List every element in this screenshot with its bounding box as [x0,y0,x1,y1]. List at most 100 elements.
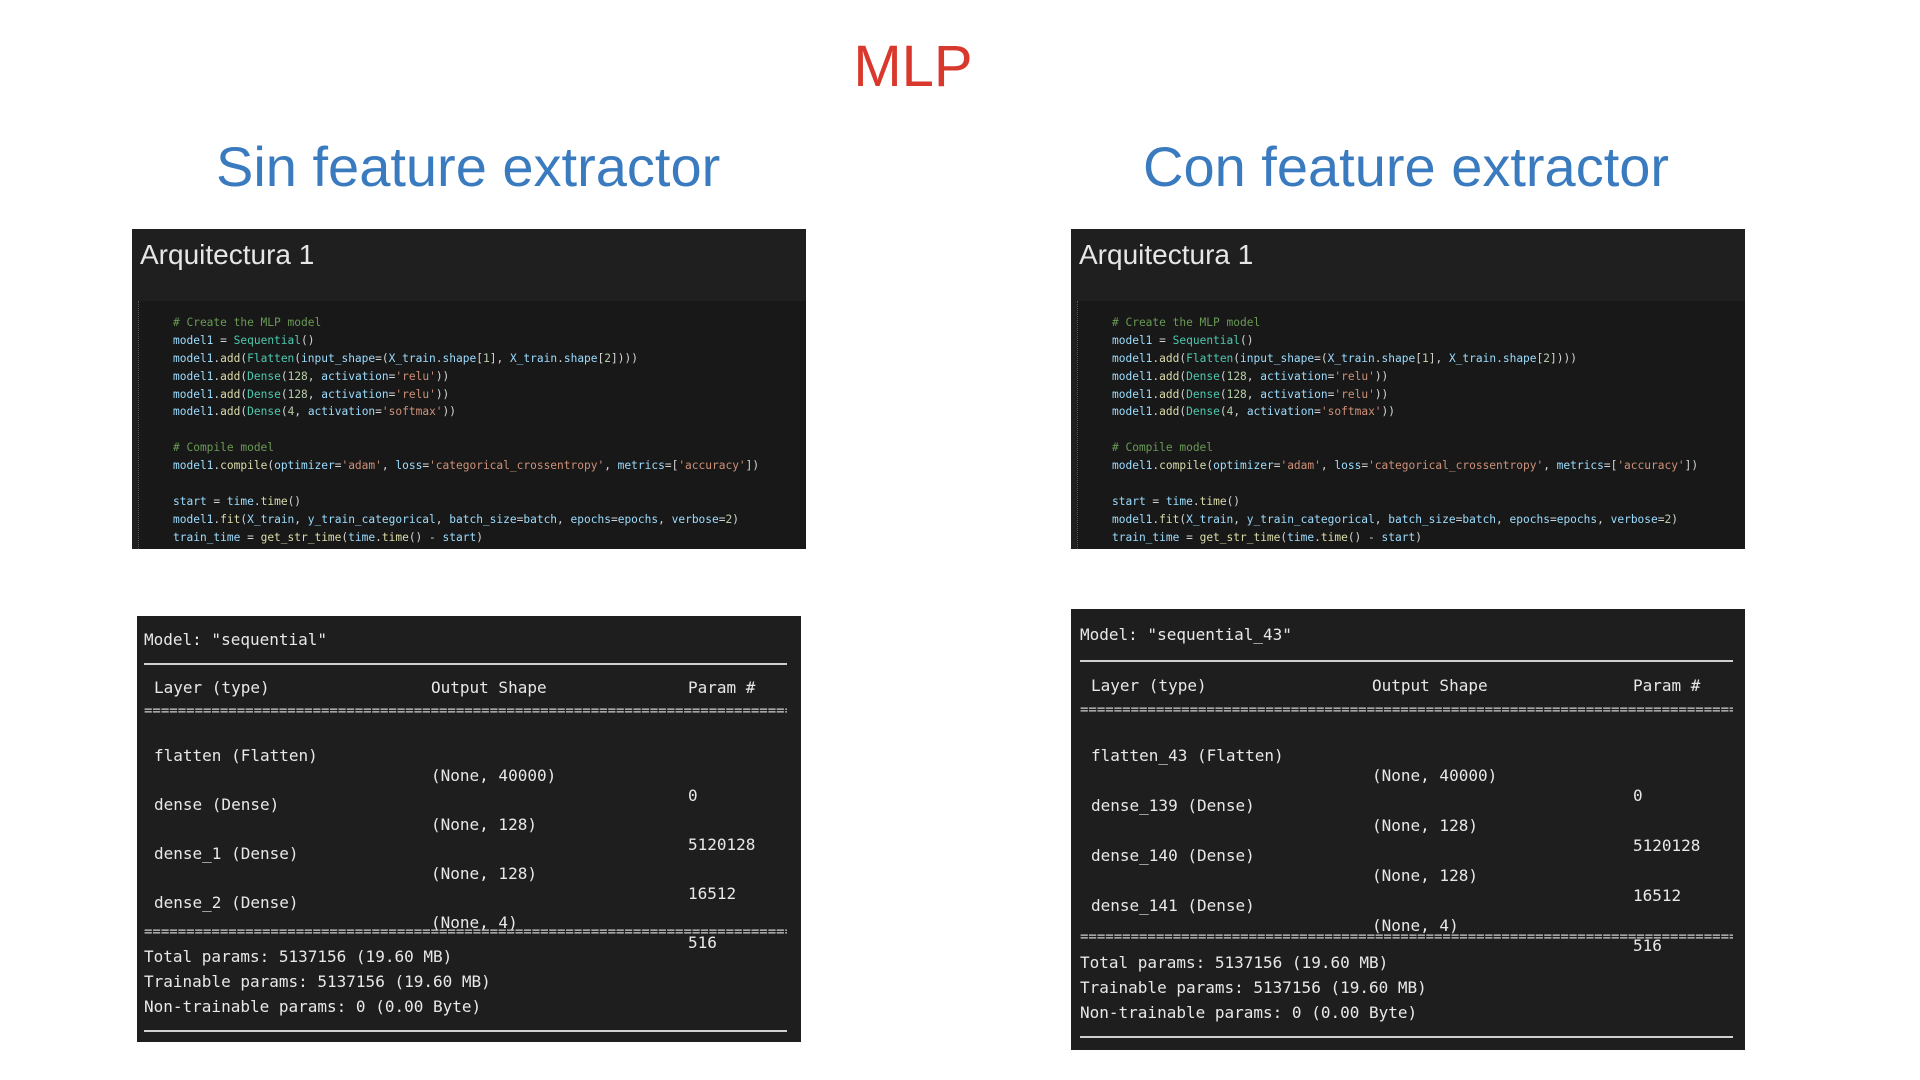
code-line: # Create the MLP model [173,314,759,332]
layer-name: dense_139 (Dense) [1091,796,1255,815]
header-output-shape: Output Shape [1372,676,1488,695]
code-token: , [1246,369,1261,383]
code-token: , [1374,512,1389,526]
code-token: # Create the MLP model [1112,316,1261,329]
code-token: 1 [482,351,490,365]
code-token: ) [1415,530,1422,544]
layer-output-shape: (None, 128) [431,815,537,834]
code-token: ( [1219,387,1227,401]
code-token: , [658,512,672,526]
divider-double: ========================================… [1080,933,1733,941]
code-token: ) [1671,512,1679,526]
code-token: 'softmax' [1320,405,1382,419]
code-token: Sequential [233,333,301,347]
code-token: =[ [1603,459,1618,473]
code-token: model1 [1112,351,1153,365]
code-token: 'accuracy' [678,459,746,473]
code-token: = [240,530,261,544]
code-token: =( [1314,351,1328,365]
code-token: . [557,351,564,365]
code-token: 'accuracy' [1617,459,1685,473]
code-token: model1 [1112,369,1153,383]
code-line: train_time = get_str_time(time.time() - … [1112,529,1698,547]
code-token: y_train_categorical [1246,512,1375,526]
code-token: 128 [1226,369,1247,383]
code-editor: # Create the MLP model model1 = Sequentia… [138,301,806,549]
code-token: X_train [388,351,436,365]
code-token: , [294,405,308,419]
code-token: ( [1219,369,1227,383]
code-token: get_str_time [260,530,342,544]
code-token: time [1165,494,1193,508]
code-token: add [220,351,241,365]
code-token: epochs [617,512,659,526]
trainable-params: Trainable params: 5137156 (19.60 MB) [1080,978,1427,997]
code-token: activation [1246,405,1315,419]
code-token: model1 [173,351,214,365]
code-token: = [1152,333,1173,347]
code-line: model1.add(Dense(128, activation='relu')… [1112,386,1698,404]
code-token: add [1159,369,1180,383]
code-token: )) [1381,405,1396,419]
code-token: verbose [1610,512,1658,526]
layer-output-shape: (None, 128) [1372,866,1478,885]
layer-output-shape: (None, 40000) [1372,766,1498,785]
code-token: train_time [1112,530,1180,544]
code-token: . [1314,530,1321,544]
layer-name: flatten_43 (Flatten) [1091,746,1284,765]
code-token: activation [321,369,389,383]
code-line: train_time = get_str_time(time.time() - … [173,529,759,547]
code-line: model1.add(Dense(4, activation='softmax'… [173,403,759,421]
code-token: ]) [1684,459,1699,473]
code-token: [ [1415,351,1422,365]
code-token: , [1233,405,1247,419]
code-token: model1 [1112,387,1153,401]
header-layer-type: Layer (type) [1091,676,1207,695]
code-token: model1 [1112,512,1153,526]
layer-params: 16512 [1633,886,1682,905]
code-token: [ [476,351,483,365]
code-token: Sequential [1172,333,1240,347]
code-line: model1 = Sequential() [173,332,759,350]
code-token: Dense [1186,369,1220,383]
divider [1080,1036,1733,1038]
code-token: time [1199,494,1227,508]
code-token: time [260,494,288,508]
code-token: X_train [1448,351,1497,365]
code-token: 'adam' [1280,459,1321,473]
non-trainable-params: Non-trainable params: 0 (0.00 Byte) [144,997,482,1016]
code-token: = [375,405,382,419]
code-token: ]))) [611,351,638,365]
code-token: activation [1260,369,1328,383]
code-token: Dense [247,369,281,383]
non-trainable-params: Non-trainable params: 0 (0.00 Byte) [1080,1003,1418,1022]
code-line: # Compile model [1112,439,1698,457]
code-line: model1.add(Dense(128, activation='relu')… [173,386,759,404]
code-token: ( [280,405,288,419]
layer-name: dense_2 (Dense) [154,893,299,912]
code-token: 'softmax' [381,405,443,419]
total-params: Total params: 5137156 (19.60 MB) [144,947,453,966]
code-token: 'categorical_crossentropy' [429,459,605,473]
code-token: 128 [287,369,308,383]
code-token: . [435,351,443,365]
code-token: time [226,494,254,508]
code-token: , [1246,387,1261,401]
code-token: time [1287,530,1315,544]
model-name: Model: "sequential" [144,630,328,649]
layer-params: 0 [1633,786,1643,805]
code-token: = [206,494,227,508]
code-token: 'adam' [341,459,382,473]
code-token: () [301,333,315,347]
code-token: batch_size [1388,512,1456,526]
layer-name: flatten (Flatten) [154,746,318,765]
code-token: add [1159,351,1180,365]
code-token: add [1159,405,1180,419]
layer-params: 0 [688,786,698,805]
code-token: 'relu' [1334,387,1375,401]
code-token: . [1496,351,1503,365]
code-token: , [1597,512,1611,526]
code-block: # Create the MLP model model1 = Sequentia… [1112,314,1698,547]
code-token: optimizer [274,459,335,473]
